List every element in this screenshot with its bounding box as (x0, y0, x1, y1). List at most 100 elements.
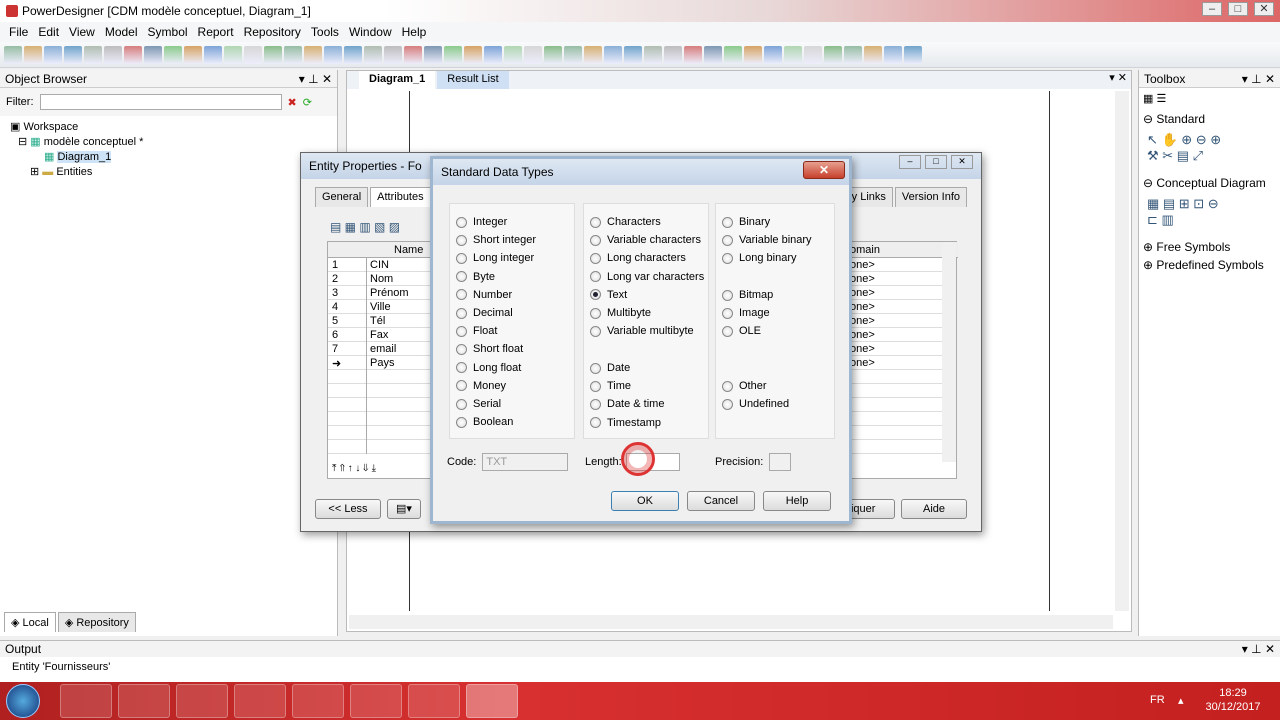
col-header-domain[interactable]: omain (850, 244, 880, 256)
toolbar-tool-icon[interactable] (424, 45, 442, 64)
radio-other[interactable]: Other (722, 377, 767, 395)
sdt-close-button[interactable]: ✕ (803, 161, 845, 179)
taskbar-app-icon[interactable] (292, 684, 344, 718)
clear-filter-icon[interactable]: ✖ (288, 96, 297, 109)
radio-text[interactable]: Text (590, 286, 627, 304)
toolbar-tool-icon[interactable] (364, 45, 382, 64)
tab-local[interactable]: ◈ Local (4, 612, 56, 632)
more-actions-button[interactable]: ▤▾ (387, 499, 421, 519)
grid-scrollbar[interactable] (942, 242, 956, 462)
taskbar-ie-icon[interactable] (118, 684, 170, 718)
code-field[interactable]: TXT (482, 453, 569, 471)
taskbar-media-icon[interactable] (176, 684, 228, 718)
radio-long-var-characters[interactable]: Long var characters (590, 268, 704, 286)
less-button[interactable]: << Less (315, 499, 381, 519)
toolbar-tool-icon[interactable] (144, 45, 162, 64)
taskbar-explorer-icon[interactable] (234, 684, 286, 718)
menu-file[interactable]: File (4, 25, 33, 39)
toolbar-tool-icon[interactable] (184, 45, 202, 64)
toolbar-tool-icon[interactable] (764, 45, 782, 64)
radio-short-integer[interactable]: Short integer (456, 231, 536, 249)
panel-controls-icon[interactable]: ▾ ⊥ ✕ (1242, 72, 1275, 86)
dialog-minimize-button[interactable]: – (899, 155, 921, 169)
radio-ole[interactable]: OLE (722, 322, 761, 340)
radio-variable-binary[interactable]: Variable binary (722, 231, 812, 249)
toolbar-tool-icon[interactable] (904, 45, 922, 64)
toolbar-tool-icon[interactable] (704, 45, 722, 64)
radio-time[interactable]: Time (590, 377, 631, 395)
taskbar-notepad-icon[interactable] (408, 684, 460, 718)
toolbar-tool-icon[interactable] (284, 45, 302, 64)
length-field[interactable] (620, 442, 680, 476)
menu-edit[interactable]: Edit (33, 25, 64, 39)
toolbar-tool-icon[interactable] (864, 45, 882, 64)
toolbar-tool-icon[interactable] (724, 45, 742, 64)
clock-date[interactable]: 30/12/2017 (1198, 700, 1268, 714)
toolbar-tool-icon[interactable] (224, 45, 242, 64)
toolbar-tool-icon[interactable] (264, 45, 282, 64)
menu-symbol[interactable]: Symbol (143, 25, 193, 39)
toolbar-tool-icon[interactable] (784, 45, 802, 64)
grid-toolbar-icons[interactable]: ▤ ▦ ▥ ▧ ▨ (330, 220, 400, 234)
tab-diagram[interactable]: Diagram_1 (359, 71, 436, 89)
tree-item-entities[interactable]: ⊞ ▬ Entities (10, 165, 327, 180)
toolbar-tool-icon[interactable] (544, 45, 562, 64)
toolbar-tool-icon[interactable] (624, 45, 642, 64)
radio-byte[interactable]: Byte (456, 268, 495, 286)
tree-item-workspace[interactable]: ▣ Workspace (10, 120, 327, 135)
toolbar-tool-icon[interactable] (824, 45, 842, 64)
horizontal-scrollbar[interactable] (349, 615, 1113, 629)
cancel-button[interactable]: Cancel (687, 491, 755, 511)
toolbox-view-icons[interactable]: ▦ ☰ (1139, 88, 1280, 110)
radio-integer[interactable]: Integer (456, 213, 507, 231)
toolbar-tool-icon[interactable] (84, 45, 102, 64)
tab-repository[interactable]: ◈ Repository (57, 612, 136, 632)
language-indicator[interactable]: FR (1150, 694, 1165, 706)
grid-nav-buttons[interactable]: ⤒ ⇑ ↑ ↓ ⇓ ⤓ (332, 463, 376, 474)
toolbar-tool-icon[interactable] (344, 45, 362, 64)
toolbar-tool-icon[interactable] (24, 45, 42, 64)
col-header-name[interactable]: Name (394, 244, 423, 256)
radio-bitmap[interactable]: Bitmap (722, 286, 773, 304)
toolbar-tool-icon[interactable] (64, 45, 82, 64)
taskbar-chrome-icon[interactable] (60, 684, 112, 718)
tree-item-model[interactable]: ⊟ ▦ modèle conceptuel * (10, 135, 327, 150)
radio-float[interactable]: Float (456, 322, 497, 340)
toolbar-tool-icon[interactable] (4, 45, 22, 64)
toolbox-section-conceptual[interactable]: ⊖ Conceptual Diagram (1139, 174, 1280, 192)
radio-money[interactable]: Money (456, 377, 506, 395)
radio-number[interactable]: Number (456, 286, 512, 304)
radio-binary[interactable]: Binary (722, 213, 770, 231)
toolbar-tool-icon[interactable] (124, 45, 142, 64)
start-button[interactable] (6, 684, 40, 718)
maximize-button[interactable]: □ (1228, 2, 1248, 16)
tray-arrow-icon[interactable]: ▴ (1178, 694, 1184, 707)
menu-window[interactable]: Window (344, 25, 397, 39)
toolbar-tool-icon[interactable] (484, 45, 502, 64)
menu-model[interactable]: Model (100, 25, 143, 39)
radio-timestamp[interactable]: Timestamp (590, 414, 661, 432)
radio-long-binary[interactable]: Long binary (722, 249, 797, 267)
toolbar-tool-icon[interactable] (844, 45, 862, 64)
toolbar-tool-icon[interactable] (164, 45, 182, 64)
radio-long-integer[interactable]: Long integer (456, 249, 534, 267)
precision-field[interactable] (769, 453, 792, 471)
radio-long-float[interactable]: Long float (456, 359, 521, 377)
toolbar-tool-icon[interactable] (304, 45, 322, 64)
toolbar-tool-icon[interactable] (384, 45, 402, 64)
clock-time[interactable]: 18:29 (1198, 686, 1268, 700)
toolbar-tool-icon[interactable] (464, 45, 482, 64)
menu-help[interactable]: Help (397, 25, 432, 39)
close-button[interactable]: ✕ (1254, 2, 1274, 16)
radio-variable-multibyte[interactable]: Variable multibyte (590, 322, 694, 340)
tab-version-info[interactable]: Version Info (894, 187, 967, 207)
radio-short-float[interactable]: Short float (456, 340, 523, 358)
vertical-scrollbar[interactable] (1115, 91, 1129, 611)
minimize-button[interactable]: – (1202, 2, 1222, 16)
conceptual-tools[interactable]: ▦ ▤ ⊞ ⊡ ⊖ ⊏ ▥ (1139, 192, 1280, 238)
radio-variable-characters[interactable]: Variable characters (590, 231, 701, 249)
radio-long-characters[interactable]: Long characters (590, 249, 686, 267)
taskbar-recorder-icon[interactable] (350, 684, 402, 718)
toolbar-tool-icon[interactable] (104, 45, 122, 64)
radio-serial[interactable]: Serial (456, 395, 501, 413)
